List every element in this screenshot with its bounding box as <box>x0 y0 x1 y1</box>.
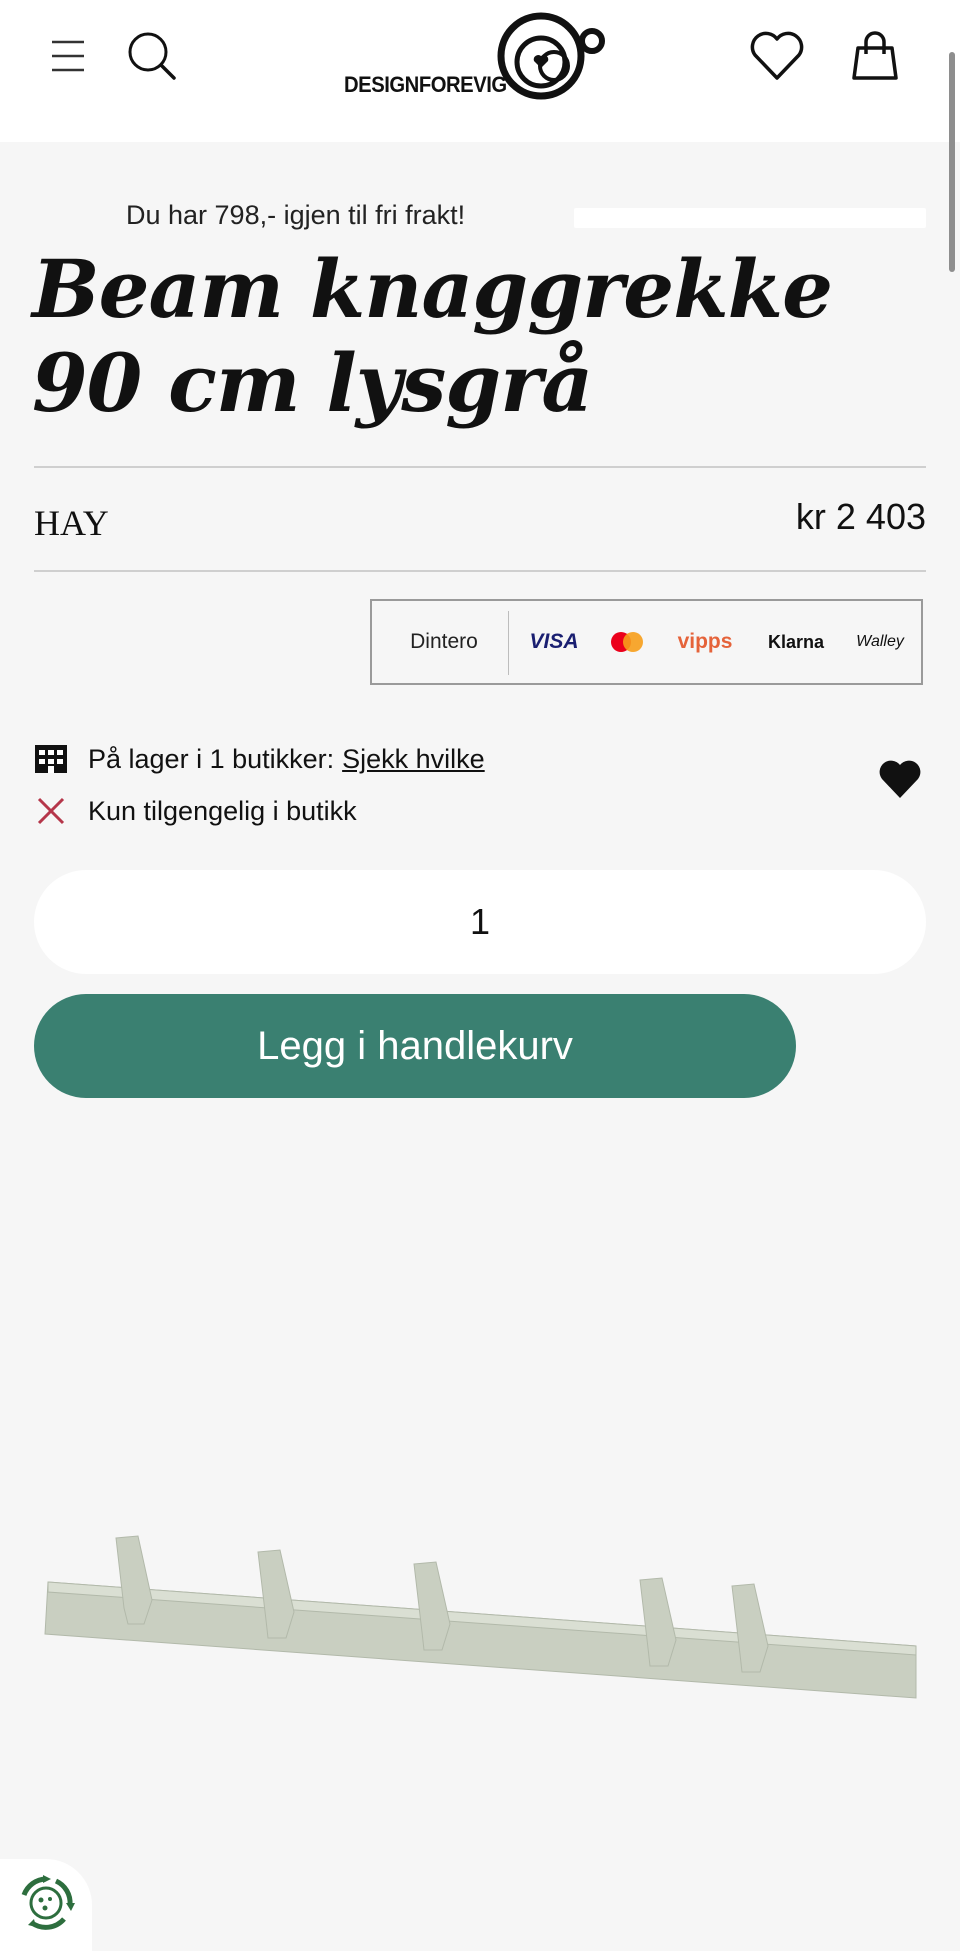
vipps-logo: vipps <box>677 630 733 653</box>
store-building-icon <box>35 745 67 773</box>
quantity-input[interactable] <box>34 870 926 974</box>
divider <box>34 570 926 572</box>
site-logo[interactable]: DESIGNFOREVIG <box>344 10 616 108</box>
add-to-cart-button[interactable]: Legg i handlekurv <box>34 994 796 1098</box>
mastercard-icon <box>602 601 652 683</box>
recycle-globe-icon <box>21 1875 75 1930</box>
divider <box>34 466 926 468</box>
site-header: DESIGNFOREVIG <box>0 0 960 142</box>
free-shipping-message: Du har 798,- igjen til fri frakt! <box>126 200 466 230</box>
product-brand[interactable]: HAY <box>34 502 109 544</box>
heart-icon[interactable] <box>748 28 806 84</box>
menu-icon[interactable] <box>48 36 88 76</box>
product-price: kr 2 403 <box>795 496 926 537</box>
x-mark-icon <box>37 797 65 825</box>
shopping-bag-icon[interactable] <box>848 28 902 84</box>
in-stock-text: På lager i 1 butikker: <box>88 743 335 774</box>
store-only-text: Kun tilgengelig i butikk <box>88 795 357 826</box>
product-image[interactable] <box>40 1520 920 1710</box>
logo-rings-icon <box>497 12 605 100</box>
page-scrollbar[interactable] <box>949 52 955 272</box>
check-stores-link[interactable]: Sjekk hvilke <box>342 744 485 775</box>
logo-wordmark: DESIGNFOREVIG <box>344 72 507 97</box>
klarna-logo: Klarna <box>767 631 825 652</box>
availability-row: Kun tilgengelig i butikk <box>34 794 357 828</box>
sustainability-badge[interactable] <box>0 1859 92 1951</box>
walley-logo: Walley <box>856 633 904 650</box>
search-icon[interactable] <box>126 30 178 82</box>
payment-methods-box: Dintero VISA vipps Klarna Walley <box>370 599 923 685</box>
free-shipping-progress-bar <box>574 208 926 228</box>
visa-logo: VISA <box>529 630 579 653</box>
stock-status-row: På lager i 1 butikker: Sjekk hvilke <box>34 742 485 776</box>
add-to-wishlist-heart-icon[interactable] <box>878 758 922 800</box>
dintero-logo: Dintero <box>410 630 478 653</box>
product-title: Beam knaggrekke 90 cm lysgrå <box>32 242 833 430</box>
divider <box>508 611 509 675</box>
